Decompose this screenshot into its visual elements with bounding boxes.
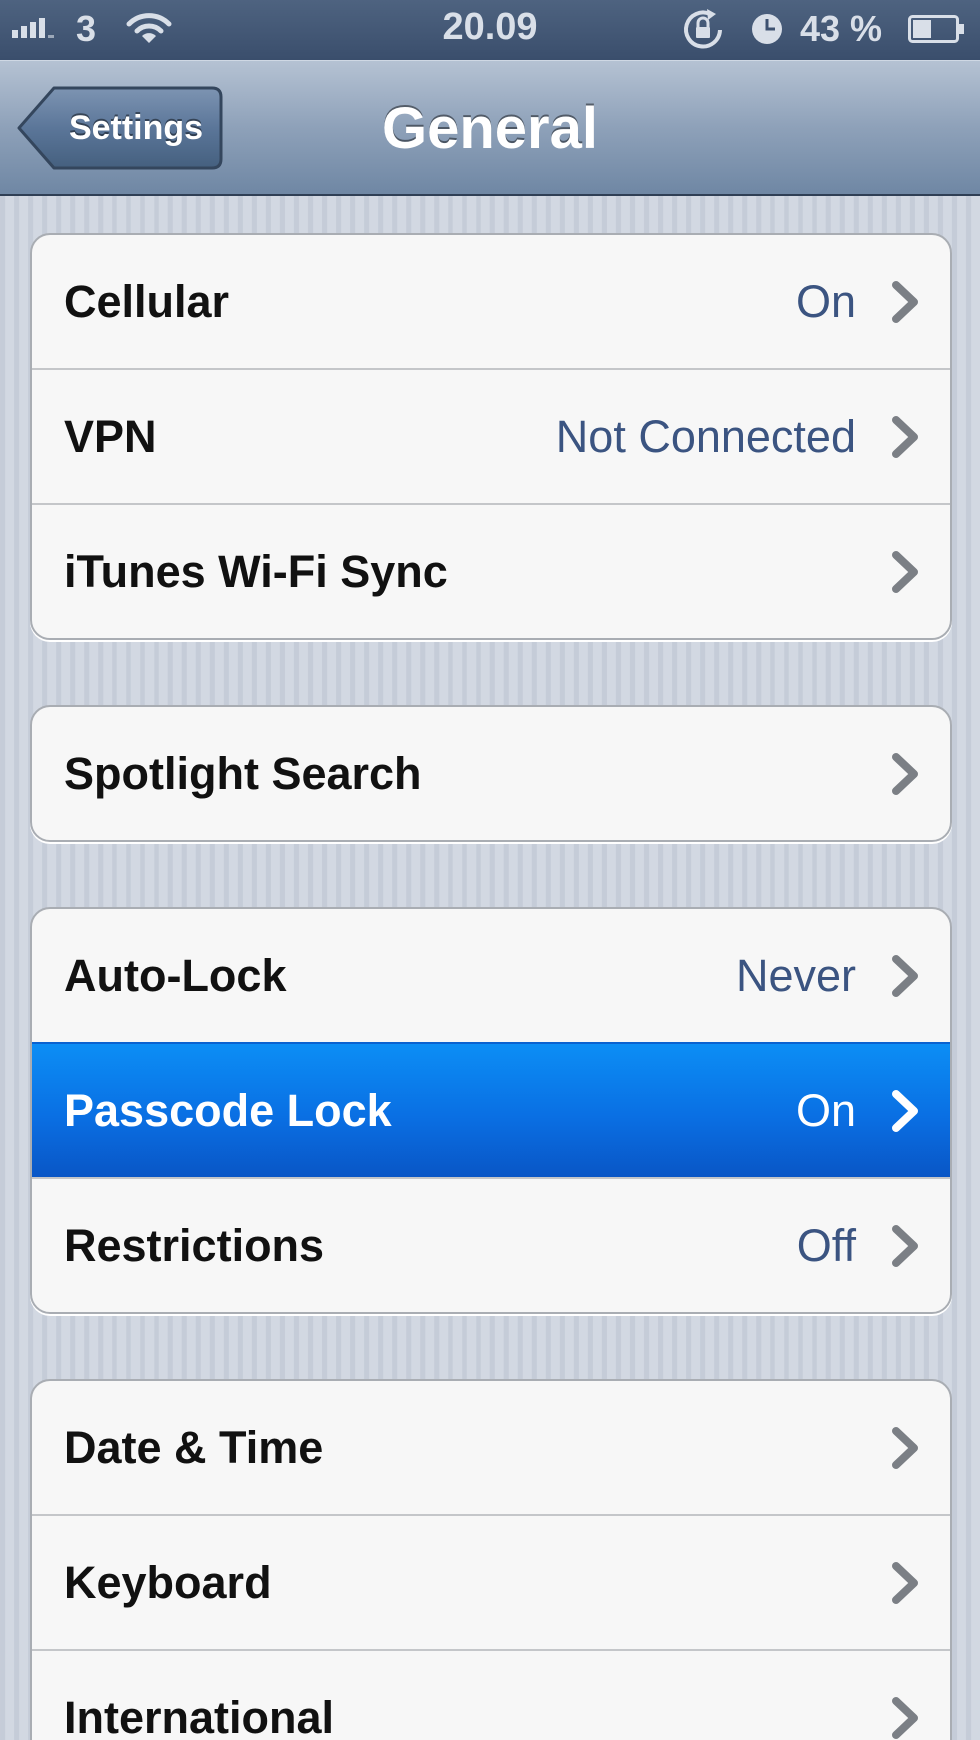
settings-row-cellular[interactable]: Cellular On [32, 235, 950, 368]
row-label: Keyboard [64, 1556, 272, 1608]
row-value: Off [796, 1219, 856, 1271]
chevron-right-icon [890, 1696, 922, 1740]
row-label: VPN [64, 410, 157, 462]
chevron-right-icon [890, 954, 922, 998]
settings-row-spotlight-search[interactable]: Spotlight Search [32, 707, 950, 840]
chevron-right-icon [890, 550, 922, 594]
row-value: On [795, 1084, 856, 1136]
chevron-right-icon [890, 752, 922, 796]
row-value: On [795, 275, 856, 327]
battery-icon [908, 15, 964, 43]
settings-row-date-time[interactable]: Date & Time [32, 1381, 950, 1514]
row-value: Not Connected [555, 410, 856, 462]
settings-group: Spotlight Search [30, 705, 952, 842]
row-label: Passcode Lock [64, 1084, 392, 1136]
status-bar: 3 20.09 43 % [0, 0, 980, 60]
alarm-clock-icon [750, 12, 784, 51]
settings-row-passcode-lock[interactable]: Passcode Lock On [32, 1042, 950, 1177]
settings-row-auto-lock[interactable]: Auto-Lock Never [32, 909, 950, 1042]
settings-row-keyboard[interactable]: Keyboard [32, 1514, 950, 1649]
chevron-right-icon [890, 415, 922, 459]
settings-row-international[interactable]: International [32, 1649, 950, 1740]
row-label: Date & Time [64, 1421, 324, 1473]
row-value: Never [735, 949, 856, 1001]
row-label: iTunes Wi-Fi Sync [64, 545, 448, 597]
row-label: Spotlight Search [64, 747, 422, 799]
row-label: Auto-Lock [64, 949, 287, 1001]
page-title: General [382, 96, 598, 161]
settings-group: Date & Time Keyboard International [30, 1379, 952, 1740]
battery-percent: 43 % [800, 8, 883, 49]
row-label: Restrictions [64, 1219, 325, 1271]
chevron-right-icon [890, 1426, 922, 1470]
row-label: Cellular [64, 275, 230, 327]
chevron-right-icon [890, 1224, 922, 1268]
settings-group: Auto-Lock Never Passcode Lock On Restriction… [30, 907, 952, 1314]
settings-group: Cellular On VPN Not Connected iTunes Wi-Fi S… [30, 233, 952, 640]
chevron-right-icon [890, 1561, 922, 1605]
settings-row-vpn[interactable]: VPN Not Connected [32, 368, 950, 503]
rotation-lock-icon [680, 8, 730, 57]
chevron-right-icon [890, 1089, 922, 1133]
navigation-bar: Settings General [0, 60, 980, 196]
row-label: International [64, 1691, 335, 1740]
settings-row-restrictions[interactable]: Restrictions Off [32, 1177, 950, 1312]
chevron-right-icon [890, 280, 922, 324]
settings-row-itunes-wi-fi-sync[interactable]: iTunes Wi-Fi Sync [32, 503, 950, 638]
